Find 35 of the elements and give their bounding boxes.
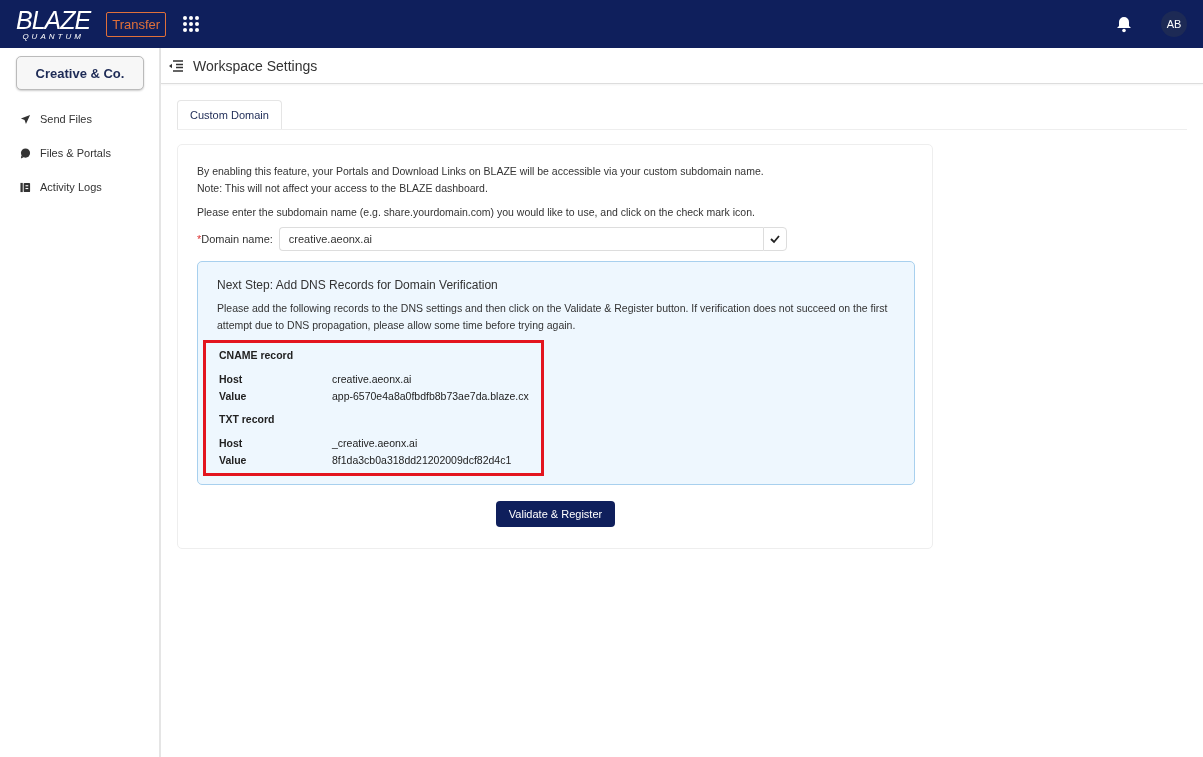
- panel-title: Next Step: Add DNS Records for Domain Verification: [217, 278, 499, 292]
- record-label: Value: [219, 453, 248, 468]
- validate-register-button[interactable]: Validate & Register: [495, 501, 616, 527]
- record-value: app-6570e4a8a0fbdfb8b73ae7da.blaze.cx: [332, 389, 529, 404]
- notification-bell-icon[interactable]: [1115, 15, 1133, 33]
- intro-text: By enabling this feature, your Portals and Download Links on BLAZE will be accessible via your custom subdomain name.: [197, 164, 765, 179]
- sidebar-item[interactable]: Activity Logs: [40, 181, 102, 193]
- record-title: CNAME record: [219, 349, 295, 361]
- record-value: _creative.aeonx.ai: [332, 436, 419, 451]
- page-title: Workspace Settings: [193, 57, 318, 74]
- record-title: TXT record: [219, 413, 276, 425]
- chat-bubble-icon: [20, 147, 31, 159]
- app-grid-icon[interactable]: [182, 15, 201, 33]
- record-label: Value: [219, 389, 248, 404]
- log-book-icon: [20, 181, 31, 193]
- workspace-button[interactable]: Creative & Co.: [16, 56, 144, 90]
- check-mark-button[interactable]: [762, 227, 787, 251]
- blaze-logo: BLAZE QUANTUM: [16, 7, 91, 41]
- sidebar-item[interactable]: Files & Portals: [40, 147, 111, 159]
- sidebar-item[interactable]: Send Files: [40, 113, 92, 125]
- panel-description: Please add the following records to the DNS settings and then click on the Validate & Register button. If verification does not succeed on the first attempt due to DNS propagation, please allow some time before trying again.: [217, 301, 889, 333]
- record-value: creative.aeonx.ai: [332, 372, 413, 387]
- check-mark-icon: [769, 234, 780, 244]
- record-value: 8f1da3cb0a318dd21202009dcf82d4c1: [332, 453, 513, 468]
- user-avatar[interactable]: AB: [1161, 11, 1187, 37]
- instruction-text: Please enter the subdomain name (e.g. share.yourdomain.com) you would like to use, and click on the check mark icon.: [197, 205, 756, 220]
- menu-collapse-icon[interactable]: [169, 59, 183, 72]
- record-label: Host: [219, 436, 244, 451]
- paper-plane-icon: [20, 113, 31, 125]
- tab[interactable]: Custom Domain: [177, 100, 282, 129]
- transfer-button[interactable]: Transfer: [106, 11, 167, 37]
- field-label: *Domain name:: [197, 233, 273, 245]
- record-label: Host: [219, 372, 244, 387]
- intro-text: Note: This will not affect your access to the BLAZE dashboard.: [197, 181, 489, 196]
- domain-input-field[interactable]: creative.aeonx.ai: [278, 227, 763, 251]
